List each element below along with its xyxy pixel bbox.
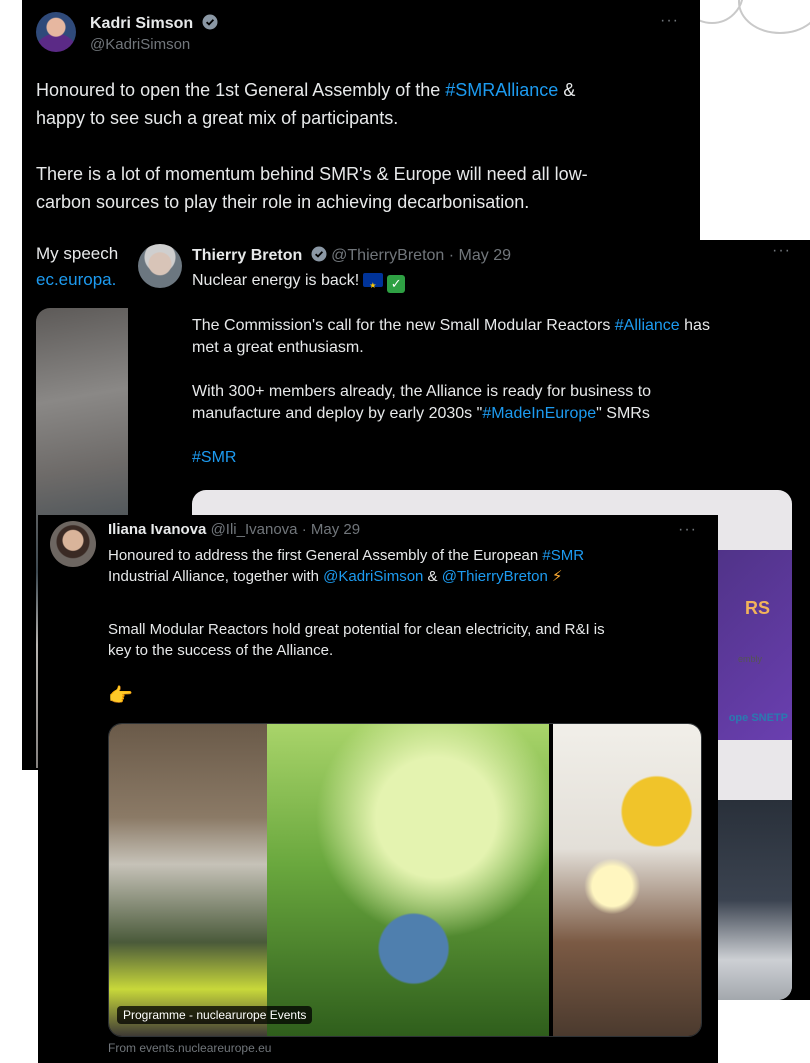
author-name-text[interactable]: Kadri Simson [90,15,193,32]
author-name[interactable]: Iliana Ivanova @Ili_Ivanova · May 29 [108,521,360,538]
author-name[interactable]: Kadri Simson [90,14,218,33]
link-card[interactable]: Programme - nuclearurope Events [108,723,702,1037]
tweet-date[interactable]: · May 29 [302,521,360,538]
slide-text: embly [737,654,762,664]
author-name-text[interactable]: Thierry Breton [192,247,302,264]
lightning-emoji: ⚡ [551,568,563,585]
tweet-text: Nuclear energy is back!✓ The Commission'… [192,270,792,469]
globe-photo [267,724,549,1036]
author-name-text[interactable]: Iliana Ivanova [108,521,206,538]
hashtag-link[interactable]: #SMR [542,547,584,564]
avatar[interactable] [138,244,182,288]
tweet-text: Honoured to open the 1st General Assembl… [36,80,588,212]
verified-badge-icon [202,14,218,30]
more-options-icon[interactable]: ··· [678,521,697,539]
link-card-source[interactable]: From events.nucleareurope.eu [108,1041,271,1055]
worker-photo [109,724,267,1036]
author-handle[interactable]: @ThierryBreton [331,247,444,264]
eu-flag-emoji [363,273,384,297]
link-card-title[interactable]: Programme - nuclearurope Events [117,1006,313,1024]
speech-text: My speech [36,244,119,263]
snetp-logo: ope SNETP [728,712,788,724]
speech-link[interactable]: ec.europa. [36,270,116,290]
hashtag-link[interactable]: #SMR [192,449,236,466]
hashtag-link[interactable]: #Alliance [615,317,680,334]
mention-link[interactable]: @ThierryBreton [442,568,548,585]
hashtag-link[interactable]: #SMRAlliance [445,80,558,100]
avatar[interactable] [50,521,96,567]
verified-badge-icon [311,246,327,262]
author-name[interactable]: Thierry Breton @ThierryBreton · May 29 [192,246,511,265]
lightbulb-photo [553,724,701,1036]
slide-text: RS [744,598,770,618]
avatar[interactable] [36,12,76,52]
author-handle[interactable]: @KadriSimson [90,36,190,53]
tweet-card-iliana[interactable]: Iliana Ivanova @Ili_Ivanova · May 29 ···… [38,515,718,1063]
mention-link[interactable]: @KadriSimson [323,568,423,585]
tweet-text: Honoured to address the first General As… [108,547,585,585]
tweet-date[interactable]: · May 29 [449,247,511,264]
pointing-hand-emoji: 👉 [108,685,133,707]
decorative-arc [738,0,810,34]
more-options-icon[interactable]: ··· [660,12,679,30]
author-handle[interactable]: @Ili_Ivanova [211,521,298,538]
tweet-text: Small Modular Reactors hold great potent… [108,621,605,659]
more-options-icon[interactable]: ··· [772,242,791,260]
hashtag-link[interactable]: #MadeInEurope [482,405,596,422]
check-mark-emoji: ✓ [387,275,406,293]
